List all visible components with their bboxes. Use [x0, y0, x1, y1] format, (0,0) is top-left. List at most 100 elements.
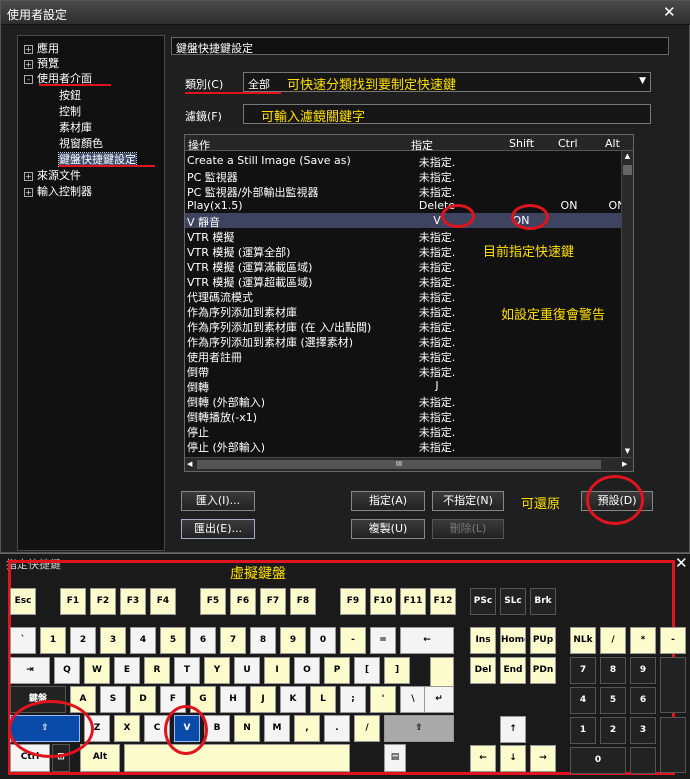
table-row[interactable]: 停止 未指定. — [185, 423, 633, 439]
key-numpad[interactable] — [630, 747, 656, 774]
table-row[interactable]: 使用者註冊 未指定. — [185, 348, 633, 364]
key-numpad[interactable] — [660, 717, 686, 773]
expand-icon[interactable]: + — [24, 187, 33, 197]
table-row[interactable]: VTR 模擬 (運算超載區域) 未指定. — [185, 273, 633, 289]
close-icon[interactable]: ✕ — [675, 556, 688, 571]
key-nav[interactable]: PDn — [530, 657, 556, 684]
table-row[interactable]: 作為序列添加到素材庫 (選擇素材) 未指定. — [185, 333, 633, 349]
key-fn[interactable]: SLc — [500, 588, 526, 615]
import-button[interactable]: 匯入(I)... — [181, 491, 255, 511]
key-number[interactable]: 0 — [310, 627, 336, 654]
key-letter[interactable]: [ — [354, 657, 380, 684]
key-numpad[interactable]: 4 — [570, 687, 596, 714]
key-numpad[interactable]: 2 — [600, 717, 626, 744]
table-row[interactable]: 倒帶 未指定. — [185, 363, 633, 379]
table-row[interactable]: 倒轉 J — [185, 378, 633, 394]
key-space[interactable] — [124, 744, 350, 772]
key-nav[interactable]: Del — [470, 657, 496, 684]
key-letter[interactable]: / — [354, 715, 380, 742]
close-icon[interactable]: ✕ — [663, 5, 676, 20]
table-row[interactable]: PC 監視器/外部輸出監視器 未指定. — [185, 183, 633, 199]
key-letter[interactable]: ' — [370, 686, 396, 713]
key-letter[interactable]: ; — [340, 686, 366, 713]
key-number[interactable]: 8 — [250, 627, 276, 654]
scroll-up-icon[interactable]: ▲ — [623, 152, 632, 161]
key-number[interactable]: 1 — [40, 627, 66, 654]
key-letter[interactable]: X — [114, 715, 140, 742]
key-letter[interactable]: . — [324, 715, 350, 742]
key-letter[interactable]: M — [264, 715, 290, 742]
key-fn[interactable]: PSc — [470, 588, 496, 615]
expand-icon[interactable]: + — [24, 59, 33, 69]
key-letter[interactable]: , — [294, 715, 320, 742]
table-row[interactable]: 倒轉 (外部輸入) 未指定. — [185, 393, 633, 409]
tree-item-input-controller[interactable]: + 輸入控制器 — [24, 183, 92, 199]
table-row[interactable]: 停止 (外部輸入) 未指定. — [185, 438, 633, 454]
key-number[interactable]: = — [370, 627, 396, 654]
key-numpad[interactable]: - — [660, 627, 686, 654]
key-letter[interactable]: S — [100, 686, 126, 713]
key-letter[interactable]: D — [130, 686, 156, 713]
key-numpad[interactable]: NLk — [570, 627, 596, 654]
key-number[interactable]: 9 — [280, 627, 306, 654]
expand-icon[interactable]: + — [24, 171, 33, 181]
key-fn[interactable]: F11 — [400, 588, 426, 615]
key-fn[interactable]: F12 — [430, 588, 456, 615]
collapse-icon[interactable]: - — [24, 74, 33, 84]
key-numpad[interactable] — [660, 657, 686, 713]
menu-key-icon[interactable]: ▤ — [384, 744, 406, 772]
key-letter[interactable]: L — [310, 686, 336, 713]
key-fn[interactable]: F8 — [290, 588, 316, 615]
key-numpad[interactable]: 7 — [570, 657, 596, 684]
scrollbar-thumb[interactable]: III — [197, 460, 601, 469]
tree-item-preview[interactable]: + 預覽 — [24, 55, 59, 71]
key-fn[interactable]: F1 — [60, 588, 86, 615]
key-number[interactable]: 7 — [220, 627, 246, 654]
key-letter[interactable]: U — [234, 657, 260, 684]
col-shift[interactable]: Shift — [509, 137, 534, 150]
key-fn[interactable]: F9 — [340, 588, 366, 615]
key-numpad[interactable]: 3 — [630, 717, 656, 744]
scroll-right-icon[interactable]: ▶ — [622, 460, 627, 468]
key-letter[interactable]: K — [280, 686, 306, 713]
col-ctrl[interactable]: Ctrl — [558, 137, 578, 150]
copy-button[interactable]: 複製(U) — [351, 519, 425, 539]
tree-item-apps[interactable]: + 應用 — [24, 40, 59, 56]
key-fn[interactable]: F3 — [120, 588, 146, 615]
key-number[interactable]: - — [340, 627, 366, 654]
key-fn[interactable]: F7 — [260, 588, 286, 615]
key-letter[interactable]: ] — [384, 657, 410, 684]
key-fn[interactable]: F10 — [370, 588, 396, 615]
key-letter[interactable]: Q — [54, 657, 80, 684]
key-letter[interactable]: Y — [204, 657, 230, 684]
key-nav[interactable]: Home — [500, 627, 526, 654]
tree-item-window-color[interactable]: 視窗顏色 — [59, 135, 103, 151]
key-numpad[interactable]: / — [600, 627, 626, 654]
key-letter[interactable]: W — [84, 657, 110, 684]
arrow-up-icon[interactable]: ↑ — [500, 716, 526, 743]
key-backspace[interactable]: ← — [400, 627, 454, 654]
chevron-down-icon[interactable]: ▼ — [639, 76, 646, 86]
table-row[interactable]: V 靜音 V ON — [185, 213, 633, 229]
key-tab[interactable]: ⇥ — [10, 657, 50, 684]
key-numpad[interactable]: 1 — [570, 717, 596, 744]
key-fn[interactable]: Brk — [530, 588, 556, 615]
col-operation[interactable]: 操作 — [188, 137, 210, 153]
key-numpad[interactable]: 0 — [570, 747, 626, 774]
tree-item-buttons[interactable]: 按鈕 — [59, 87, 81, 103]
key-number[interactable]: 4 — [130, 627, 156, 654]
delete-button[interactable]: 刪除(L) — [432, 519, 504, 539]
col-alt[interactable]: Alt — [605, 137, 620, 150]
key-number[interactable]: 5 — [160, 627, 186, 654]
key-letter[interactable]: N — [234, 715, 260, 742]
key-alt[interactable]: Alt — [80, 744, 120, 772]
arrow-left-icon[interactable]: ← — [470, 745, 496, 772]
tree-item-source-files[interactable]: + 來源文件 — [24, 167, 81, 183]
key-nav[interactable]: Ins — [470, 627, 496, 654]
scrollbar-thumb[interactable] — [623, 165, 632, 175]
scroll-left-icon[interactable]: ◀ — [187, 460, 192, 468]
key-fn[interactable]: F5 — [200, 588, 226, 615]
tree-item-control[interactable]: 控制 — [59, 103, 81, 119]
key-number[interactable]: 3 — [100, 627, 126, 654]
key-fn[interactable]: F2 — [90, 588, 116, 615]
